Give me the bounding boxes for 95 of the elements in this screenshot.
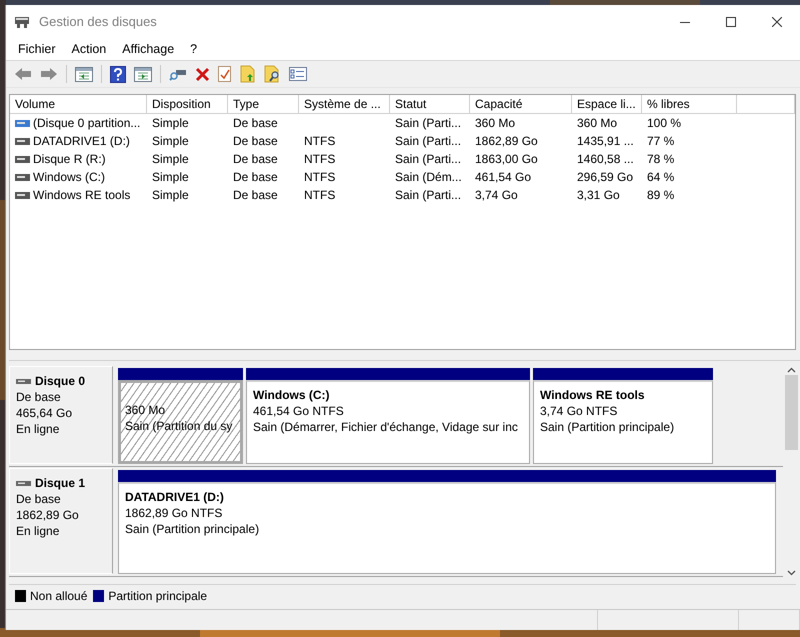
partition-name: DATADRIVE1 (D:) (125, 489, 225, 505)
disk-status: En ligne (16, 421, 60, 437)
table-cell: Windows RE tools (33, 188, 130, 202)
table-cell-text: 77 % (646, 133, 676, 150)
disk-name: Disque 0 (35, 373, 86, 389)
properties-icon[interactable] (289, 67, 307, 81)
table-cell: Disque R (R:) (33, 152, 106, 166)
close-icon[interactable] (772, 16, 782, 26)
table-cell: DATADRIVE1 (D:) (33, 134, 130, 148)
table-cell-text: 461,54 Go (474, 169, 532, 186)
column-header[interactable]: Statut (390, 95, 470, 114)
disk-size: 1862,89 Go (16, 507, 80, 523)
partition-block[interactable]: 360 Mo Sain (Partition du sy (118, 380, 243, 464)
menu-item[interactable]: Fichier (10, 42, 64, 56)
table-cell-text: 100 % (646, 115, 682, 132)
table-cell-text: Simple (151, 115, 190, 132)
disk-panel[interactable]: Disque 1 De base 1862,89 Go En ligne (9, 468, 113, 574)
table-cell-text: Simple (151, 187, 190, 204)
table-cell-text: 3,74 Go (474, 187, 519, 204)
table-cell-text: Sain (Parti... (394, 133, 462, 150)
table-cell-text: NTFS (303, 169, 336, 186)
table-cell-text: Sain (Parti... (394, 115, 462, 132)
table-cell-text: 1862,89 Go (474, 133, 539, 150)
back-arrow-icon[interactable] (14, 67, 32, 81)
column-header[interactable]: Espace li... (572, 95, 642, 114)
table-cell: Windows (C:) (33, 170, 106, 184)
checklist-icon[interactable] (218, 66, 232, 82)
table-cell-text: De base (232, 187, 279, 204)
menu-item[interactable]: Affichage (114, 42, 182, 56)
drive-connect-icon[interactable] (169, 67, 187, 81)
column-header[interactable]: Disposition (147, 95, 228, 114)
table-cell-text: NTFS (303, 151, 336, 168)
table-cell-text: Simple (151, 133, 190, 150)
pane-icon[interactable] (134, 66, 152, 82)
table-cell-text: 64 % (646, 169, 676, 186)
table-cell-text: 360 Mo (576, 115, 618, 132)
menu-item[interactable]: Action (64, 42, 114, 56)
legend-label: Non alloué (30, 589, 88, 603)
disk-status: En ligne (16, 523, 60, 539)
column-header[interactable]: Volume (10, 95, 147, 114)
partition-name: Windows (C:) (253, 387, 331, 403)
partition-block[interactable]: Windows (C:) 461,54 Go NTFS Sain (Démarrer, Fichier d'échange, Vidage sur inc (246, 380, 530, 464)
table-cell-text: Sain (Parti... (394, 151, 462, 168)
table-cell-text: De base (232, 169, 279, 186)
pane-icon[interactable] (75, 66, 93, 82)
menu-item[interactable]: ? (182, 42, 206, 56)
partition-block[interactable]: Windows RE tools 3,74 Go NTFS Sain (Partition principale) (533, 380, 713, 464)
partition-size: 461,54 Go NTFS (253, 403, 345, 419)
scroll-thumb[interactable] (785, 375, 798, 450)
forward-arrow-icon[interactable] (40, 67, 58, 81)
column-header[interactable]: Système de ... (299, 95, 390, 114)
disk-type: De base (16, 389, 62, 405)
disk-size: 465,64 Go (16, 405, 74, 421)
disk-name: Disque 1 (35, 475, 86, 491)
table-cell-text: 1863,00 Go (474, 151, 539, 168)
table-cell-text: 1460,58 ... (576, 151, 635, 168)
table-cell-text: Sain (Parti... (394, 187, 462, 204)
table-cell-text: Simple (151, 151, 190, 168)
disk-panel[interactable]: Disque 0 De base 465,64 Go En ligne (9, 366, 113, 464)
table-cell-text: NTFS (303, 133, 336, 150)
table-cell-text: NTFS (303, 187, 336, 204)
table-cell-text: Sain (Dém... (394, 169, 463, 186)
table-cell-text: 1435,91 ... (576, 133, 635, 150)
partition-name: Windows RE tools (540, 387, 646, 403)
table-cell-text: 3,31 Go (576, 187, 621, 204)
table-cell-text: Simple (151, 169, 190, 186)
partition-status: Sain (Partition du sy (125, 418, 234, 434)
scroll-down-icon[interactable] (787, 570, 796, 576)
table-cell-text: 78 % (646, 151, 676, 168)
folder-search-icon[interactable] (264, 65, 281, 83)
table-cell-text: 296,59 Go (576, 169, 634, 186)
maximize-icon[interactable] (726, 16, 736, 26)
partition-size: 1862,89 Go NTFS (125, 505, 224, 521)
window-title: Gestion des disques (39, 14, 157, 29)
table-cell-text: De base (232, 115, 279, 132)
partition-size: 360 Mo (125, 402, 166, 418)
column-header[interactable]: Capacité (470, 95, 572, 114)
delete-icon[interactable] (195, 66, 210, 82)
table-cell-text: De base (232, 133, 279, 150)
partition-status: Sain (Démarrer, Fichier d'échange, Vidage sur inc (253, 419, 519, 435)
help-icon[interactable] (110, 66, 126, 82)
table-cell-text: De base (232, 151, 279, 168)
table-cell-text: 360 Mo (474, 115, 516, 132)
scroll-up-icon[interactable] (787, 367, 796, 373)
legend-label: Partition principale (108, 589, 208, 603)
partition-block[interactable]: DATADRIVE1 (D:) 1862,89 Go NTFS Sain (Partition principale) (118, 482, 776, 574)
disk-type: De base (16, 491, 62, 507)
column-header[interactable]: % libres (642, 95, 737, 114)
partition-status: Sain (Partition principale) (540, 419, 676, 435)
column-header[interactable]: Type (228, 95, 299, 114)
partition-status: Sain (Partition principale) (125, 521, 260, 537)
table-cell: (Disque 0 partition... (33, 116, 140, 130)
partition-size: 3,74 Go NTFS (540, 403, 618, 419)
folder-up-icon[interactable] (240, 65, 256, 83)
table-cell-text: 89 % (646, 187, 676, 204)
